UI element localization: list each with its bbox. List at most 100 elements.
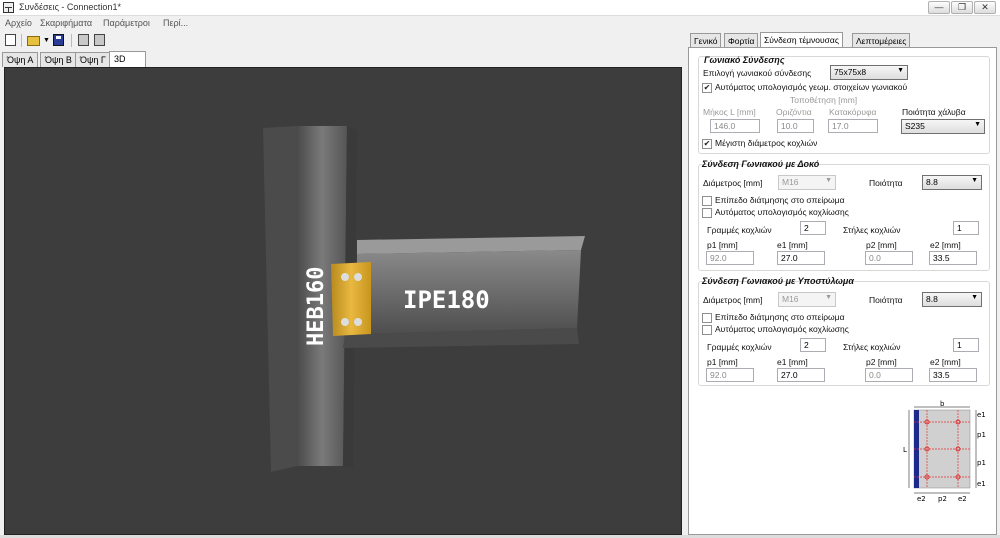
- save-icon[interactable]: [53, 34, 64, 46]
- diagram-b-label: b: [940, 400, 945, 408]
- menu-parameters[interactable]: Παράμετροι: [103, 18, 150, 28]
- tab-loads[interactable]: Φορτία: [724, 33, 759, 47]
- beam-p1-field[interactable]: 92.0: [706, 251, 754, 265]
- chevron-down-icon: ▼: [974, 121, 981, 128]
- column-thread-checkbox[interactable]: [702, 313, 712, 323]
- horizontal-field[interactable]: 10.0: [777, 119, 814, 133]
- column-quality-label: Ποιότητα: [869, 295, 903, 305]
- column-p1-label: p1 [mm]: [707, 357, 738, 367]
- tab-view-a[interactable]: Όψη Α: [2, 52, 39, 67]
- beam-e2-label: e2 [mm]: [930, 240, 961, 250]
- diagram-e2-left-label: e2: [917, 495, 926, 503]
- column-e2-label: e2 [mm]: [930, 357, 961, 367]
- horizontal-label: Οριζόντια: [776, 107, 812, 117]
- tab-view-c[interactable]: Όψη Γ: [75, 52, 111, 67]
- diagram-l-label: L: [903, 446, 907, 454]
- beam-e1-field[interactable]: 27.0: [777, 251, 825, 265]
- column-connection-title: Σύνδεση Γωνιακού με Υποστύλωμα: [702, 276, 854, 286]
- diagram-e1-top-label: e1: [977, 411, 986, 419]
- column-cols-label: Στήλες κοχλιών: [843, 342, 901, 352]
- column-auto-bolting-checkbox[interactable]: [702, 325, 712, 335]
- app-icon: [3, 2, 14, 13]
- beam-p2-field[interactable]: 0.0: [865, 251, 913, 265]
- minimize-button[interactable]: —: [928, 1, 950, 14]
- open-folder-icon[interactable]: [27, 36, 40, 46]
- 3d-scene: HEB160 IPE180: [263, 126, 585, 472]
- beam-cols-label: Στήλες κοχλιών: [843, 225, 901, 235]
- angle-cleat: [331, 262, 371, 336]
- bolt: [341, 318, 349, 326]
- auto-geometry-label: Αυτόματος υπολογισμός γεωμ. στοιχείων γω…: [715, 82, 908, 92]
- diagram-p1-bottom-label: p1: [977, 459, 986, 467]
- beam-cols-field[interactable]: 1: [953, 221, 979, 235]
- column-rows-label: Γραμμές κοχλιών: [707, 342, 772, 352]
- beam-e1-label: e1 [mm]: [777, 240, 808, 250]
- beam-label: IPE180: [403, 286, 490, 314]
- menu-bar: Αρχείο Σκαριφήματα Παράμετροι Περί...: [0, 16, 1000, 30]
- beam-thread-checkbox[interactable]: [702, 196, 712, 206]
- close-button[interactable]: ✕: [974, 1, 996, 14]
- column-flange-left: [263, 126, 297, 472]
- max-diameter-checkbox[interactable]: ✔: [702, 139, 712, 149]
- angle-select-label: Επιλογή γωνιακού σύνδεσης: [703, 68, 812, 78]
- column-thread-label: Επίπεδο διάτμησης στο σπείρωμα: [715, 312, 845, 322]
- menu-about[interactable]: Περί...: [163, 18, 188, 28]
- menu-sketches[interactable]: Σκαριφήματα: [40, 18, 92, 28]
- bolt-layout-diagram: b L e1 p1 p1 e1 e2 p2 e2: [900, 398, 992, 506]
- beam-p1-label: p1 [mm]: [707, 240, 738, 250]
- column-p2-field[interactable]: 0.0: [865, 368, 913, 382]
- vertical-label: Κατακόρυφα: [829, 107, 877, 117]
- print-preview-icon[interactable]: [78, 34, 89, 46]
- beam-quality-select[interactable]: 8.8 ▼: [922, 175, 982, 190]
- auto-geometry-checkbox[interactable]: ✔: [702, 83, 712, 93]
- placement-label: Τοποθέτηση [mm]: [790, 95, 858, 105]
- diagram-e2-right-label: e2: [958, 495, 967, 503]
- column-p1-field[interactable]: 92.0: [706, 368, 754, 382]
- angle-group-title: Γωνιακό Σύνδεσης: [704, 55, 785, 65]
- column-auto-bolting-label: Αυτόματος υπολογισμός κοχλίωσης: [715, 324, 849, 334]
- toolbar-separator: [71, 34, 72, 47]
- new-file-icon[interactable]: [5, 34, 16, 46]
- column-e1-label: e1 [mm]: [777, 357, 808, 367]
- max-diameter-label: Μέγιστη διάμετρος κοχλιών: [715, 138, 818, 148]
- column-e1-field[interactable]: 27.0: [777, 368, 825, 382]
- length-field[interactable]: 146.0: [710, 119, 760, 133]
- vertical-field[interactable]: 17.0: [828, 119, 878, 133]
- chevron-down-icon: ▼: [825, 294, 832, 301]
- title-bar: Συνδέσεις - Connection1* — ❐ ✕: [0, 0, 1000, 16]
- column-quality-select[interactable]: 8.8 ▼: [922, 292, 982, 307]
- chevron-down-icon: ▼: [825, 177, 832, 184]
- column-e2-field[interactable]: 33.5: [929, 368, 977, 382]
- beam-auto-bolting-checkbox[interactable]: [702, 208, 712, 218]
- column-diameter-select[interactable]: M16 ▼: [778, 292, 836, 307]
- bolt: [354, 318, 362, 326]
- tab-shear-connection[interactable]: Σύνδεση τέμνουσας: [760, 32, 843, 48]
- print-icon[interactable]: [94, 34, 105, 46]
- beam-rows-field[interactable]: 2: [800, 221, 826, 235]
- beam-e2-field[interactable]: 33.5: [929, 251, 977, 265]
- beam-diameter-select[interactable]: M16 ▼: [778, 175, 836, 190]
- tab-3d[interactable]: 3D: [109, 51, 146, 68]
- angle-select[interactable]: 75x75x8 ▼: [830, 65, 908, 80]
- length-label: Μήκος L [mm]: [703, 107, 756, 117]
- beam-rows-label: Γραμμές κοχλιών: [707, 225, 772, 235]
- tab-view-b[interactable]: Όψη Β: [40, 52, 77, 67]
- menu-file[interactable]: Αρχείο: [5, 18, 32, 28]
- diagram-p1-top-label: p1: [977, 431, 986, 439]
- column-p2-label: p2 [mm]: [866, 357, 897, 367]
- tab-details[interactable]: Λεπτομέρειες: [852, 33, 911, 47]
- beam-connection-title: Σύνδεση Γωνιακού με Δοκό: [702, 159, 820, 169]
- diagram-e1-bottom-label: e1: [977, 480, 986, 488]
- dropdown-arrow-icon[interactable]: ▼: [43, 37, 50, 44]
- chevron-down-icon: ▼: [897, 67, 904, 74]
- column-cols-field[interactable]: 1: [953, 338, 979, 352]
- steel-quality-select[interactable]: S235 ▼: [901, 119, 985, 134]
- tab-general[interactable]: Γενικό: [690, 33, 722, 47]
- bolt: [354, 273, 362, 281]
- window-title: Συνδέσεις - Connection1*: [19, 2, 121, 12]
- 3d-viewport[interactable]: HEB160 IPE180: [4, 67, 682, 535]
- column-rows-field[interactable]: 2: [800, 338, 826, 352]
- restore-button[interactable]: ❐: [951, 1, 973, 14]
- diagram-p2-label: p2: [938, 495, 947, 503]
- beam-p2-label: p2 [mm]: [866, 240, 897, 250]
